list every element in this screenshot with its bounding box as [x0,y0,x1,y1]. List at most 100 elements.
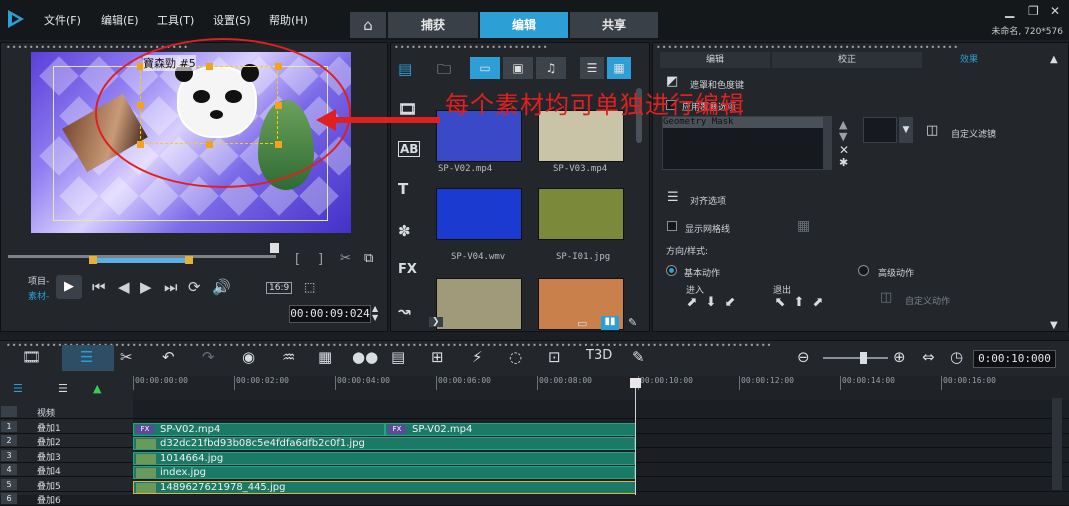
track-number[interactable]: 1 [1,420,17,432]
options-tab-correct[interactable]: 校正 [772,52,922,68]
mode-clip-label[interactable]: 素材- [28,289,49,302]
expand-arrow-icon[interactable]: ❯ [429,317,443,327]
trim-end-marker[interactable] [185,256,193,264]
time-remap-icon[interactable]: ⚡ [472,348,483,366]
close-icon[interactable]: ✕ [1050,4,1060,18]
graphic-icon[interactable]: ✽ [398,222,411,240]
exit-arrow-3-icon[interactable]: ⬈ [810,295,826,311]
track-number[interactable]: 4 [1,464,17,475]
timeline-clip[interactable]: index.jpg [133,466,635,479]
track-number[interactable]: 3 [1,449,17,461]
enter-arrow-2-icon[interactable]: ⬇ [703,295,719,311]
add-chapter-icon[interactable]: ☰ [58,382,68,395]
custom-motion-label[interactable]: 自定义动作 [905,294,950,307]
3d-title-icon[interactable]: T3D [586,348,612,363]
basic-motion-radio[interactable] [666,265,677,276]
menu-tools[interactable]: 工具(T) [157,12,194,28]
advanced-motion-radio[interactable] [858,265,869,276]
exit-arrow-1-icon[interactable]: ⬉ [772,295,788,311]
thumb-view-icon[interactable]: ▦ [607,57,631,79]
menu-file[interactable]: 文件(F) [44,12,81,28]
fx-settings-icon[interactable]: ✱ [839,156,848,169]
record-capture-icon[interactable]: ◉ [242,348,255,366]
split-clip-icon[interactable]: ✂ [340,251,351,266]
options-scroll-up-icon[interactable]: ▲ [1050,54,1058,65]
minimize-icon[interactable]: ▁ [1005,4,1014,18]
mask-icon[interactable]: ◩ [666,74,678,89]
basic-motion-label[interactable]: 基本动作 [684,266,720,279]
move-down-icon[interactable]: ▼ [839,130,847,143]
track-number[interactable]: 5 [1,478,17,490]
enlarge-icon[interactable]: ⧉ [364,251,373,266]
show-grid-label[interactable]: 显示网格线 [685,222,730,235]
path-icon[interactable]: ↝ [398,302,411,320]
media-icon[interactable]: ▤ [398,60,412,78]
exit-arrow-2-icon[interactable]: ⬆ [791,295,807,311]
repeat-icon[interactable]: ⟳ [188,278,201,296]
track-number[interactable] [1,406,17,417]
clock-icon[interactable]: ◷ [950,348,963,366]
panel-grip[interactable]: ••••••••••••••••••••••••••••••••••••••••… [656,43,959,52]
options-tab-effect[interactable]: 效果 [924,52,1014,68]
mode-project-label[interactable]: 项目- [28,274,49,287]
project-duration-timecode[interactable]: 0:00:10:000 [973,350,1056,368]
enter-arrow-1-icon[interactable]: ⬈ [684,295,700,311]
align-options-label[interactable]: 对齐选项 [690,194,726,207]
list-view-icon[interactable]: ☰ [580,57,604,79]
custom-filter-icon[interactable]: ◫ [926,123,938,138]
options-tab-edit[interactable]: 编辑 [660,52,770,68]
delete-fx-icon[interactable]: ✕ [839,143,849,157]
scrub-handle[interactable] [270,243,279,253]
prev-frame-icon[interactable]: ◀ [118,278,130,296]
grid-settings-icon[interactable]: ▦ [797,218,810,234]
zoom-in-icon[interactable]: ⊕ [893,348,906,366]
split-screen-icon[interactable]: ✎ [632,348,645,366]
advanced-motion-label[interactable]: 高级动作 [878,266,914,279]
maximize-icon[interactable]: ❐ [1028,4,1039,18]
mask-creator-icon[interactable]: ◌ [509,348,522,366]
enter-arrow-3-icon[interactable]: ⬋ [722,295,738,311]
timeline-clip[interactable]: FX SP-V02.mp4 [385,422,636,436]
filter-icon[interactable]: FX [398,262,417,277]
undo-icon[interactable]: ↶ [162,348,175,366]
mark-in-icon[interactable]: [ [295,252,300,267]
custom-filter-label[interactable]: 自定义滤镜 [951,127,996,140]
library-thumb-mode-icon[interactable]: ▮▮ [601,316,619,330]
volume-icon[interactable]: 🔊 [212,278,231,296]
timeline-clip[interactable]: d32dc21fbd93b08c5e4fdfa6dfb2c0f1.jpg [133,437,635,450]
sound-mixer-icon[interactable]: ♒ [282,348,295,366]
pan-zoom-icon[interactable]: ⊡ [548,348,561,366]
timeline-track[interactable] [0,405,1069,419]
timeline-clip[interactable]: 1489627621978_445.jpg [133,480,636,494]
options-scroll-down-icon[interactable]: ▼ [1050,320,1058,331]
zoom-slider[interactable] [823,357,888,359]
enable-ripple-icon[interactable]: ▲ [93,382,101,395]
zoom-out-icon[interactable]: ⊖ [797,348,810,366]
tab-edit[interactable]: 编辑 [480,12,568,38]
instant-project-icon[interactable]: 🎞 [398,100,417,118]
filter-photo-icon[interactable]: ▣ [503,57,533,79]
timeline-scrollbar[interactable] [1052,398,1062,490]
home-tab[interactable]: ⌂ [350,12,386,38]
crop-icon[interactable]: ⬚ [304,280,315,294]
custom-motion-icon[interactable]: ◫ [880,290,892,305]
timeline-clip[interactable]: FX SP-V02.mp4 [133,422,385,436]
auto-music-icon[interactable]: ▦ [318,348,332,366]
trim-start-marker[interactable] [89,256,97,264]
library-layout-icon[interactable]: ▭ [577,317,587,330]
fit-project-icon[interactable]: ⇔ [922,348,935,366]
timecode-stepper-icon[interactable]: ▲ ▼ [372,304,378,322]
library-thumb[interactable] [436,188,522,240]
library-thumb[interactable] [436,278,522,330]
show-grid-checkbox[interactable] [667,221,677,231]
title-icon[interactable]: T [398,180,408,198]
playhead-handle[interactable] [630,378,641,388]
go-start-icon[interactable]: ⏮ [92,278,106,296]
redo-icon[interactable]: ↷ [202,348,215,366]
subtitle-editor-icon[interactable]: ▤ [391,348,405,366]
timeline-clip[interactable]: 1014664.jpg [133,451,635,465]
menu-settings[interactable]: 设置(S) [213,12,251,28]
zoom-slider-handle[interactable] [860,352,867,364]
timeline-track[interactable] [0,492,1069,506]
transition-icon[interactable]: AB [398,141,421,157]
